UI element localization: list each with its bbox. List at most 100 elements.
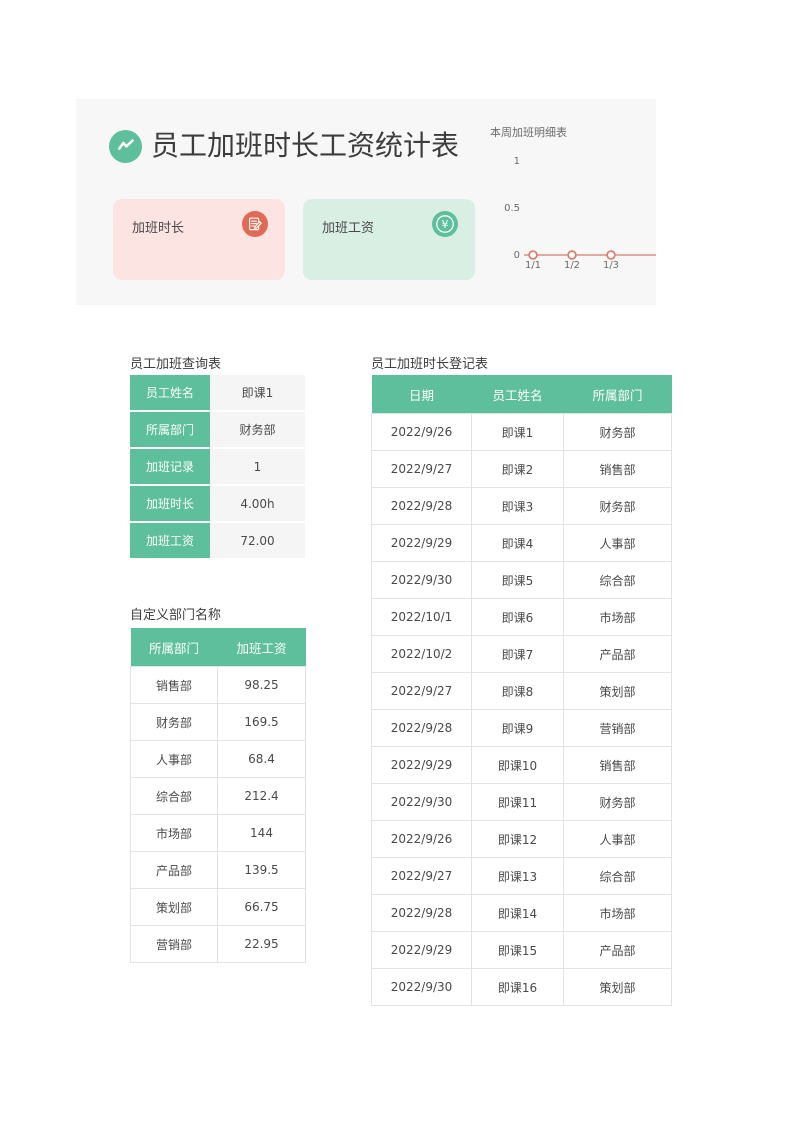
cell-department: 人事部 — [130, 740, 218, 778]
cell-department: 人事部 — [563, 524, 672, 562]
cell-date: 2022/9/28 — [371, 487, 472, 525]
query-row-value: 72.00 — [210, 522, 305, 558]
table-row: 2022/9/30 即课11 财务部 — [371, 783, 672, 821]
dashboard-header-panel: 员工加班时长工资统计表 加班时长 加班工资 ¥ 本周加班明细表 1 0.5 0 … — [76, 99, 656, 305]
table-row: 2022/9/28 即课14 市场部 — [371, 894, 672, 932]
department-salary-table: 所属部门 加班工资 销售部 98.25 财务部 169.5 人事部 68.4 综合部 212.… — [130, 628, 306, 963]
cell-date: 2022/9/28 — [371, 709, 472, 747]
query-row: 加班时长 4.00h — [130, 485, 305, 523]
cell-department: 销售部 — [130, 666, 218, 704]
cell-overtime-salary: 68.4 — [217, 740, 306, 778]
table-row: 策划部 66.75 — [130, 888, 306, 926]
query-row-label: 所属部门 — [130, 411, 210, 449]
chart-title: 本周加班明细表 — [490, 127, 567, 139]
table-row: 2022/9/27 即课2 销售部 — [371, 450, 672, 488]
cell-department: 人事部 — [563, 820, 672, 858]
cell-department: 产品部 — [563, 635, 672, 673]
employee-overtime-query-table: 员工姓名 即课1 所属部门 财务部 加班记录 1 加班时长 4.00h 加班工资 72.00 — [130, 375, 305, 558]
overtime-registration-table: 日期 员工姓名 所属部门 2022/9/26 即课1 财务部 2022/9/27 即课2… — [371, 375, 672, 1006]
chart-line-icon — [109, 129, 142, 163]
cell-date: 2022/9/29 — [371, 524, 472, 562]
cell-department: 营销部 — [563, 709, 672, 747]
cell-employee-name: 即课15 — [471, 931, 564, 969]
cell-date: 2022/9/26 — [371, 413, 472, 451]
cell-employee-name: 即课5 — [471, 561, 564, 599]
y-axis-tick-1: 1 — [513, 156, 520, 167]
cell-date: 2022/9/27 — [371, 672, 472, 710]
cell-date: 2022/9/30 — [371, 968, 472, 1006]
query-row-value: 即课1 — [210, 375, 305, 412]
kpi-card-overtime-salary[interactable]: 加班工资 ¥ — [303, 199, 475, 280]
query-row-label: 加班记录 — [130, 448, 210, 486]
cell-employee-name: 即课2 — [471, 450, 564, 488]
yen-glyph: ¥ — [441, 217, 449, 231]
cell-employee-name: 即课12 — [471, 820, 564, 858]
cell-date: 2022/10/2 — [371, 635, 472, 673]
cell-date: 2022/9/30 — [371, 783, 472, 821]
cell-department: 策划部 — [563, 672, 672, 710]
document-edit-icon — [242, 211, 268, 237]
table-row: 营销部 22.95 — [130, 925, 306, 963]
cell-employee-name: 即课7 — [471, 635, 564, 673]
query-row-value: 财务部 — [210, 411, 305, 449]
table-row: 人事部 68.4 — [130, 740, 306, 778]
cell-date: 2022/9/30 — [371, 561, 472, 599]
cell-employee-name: 即课3 — [471, 487, 564, 525]
log-table-body: 2022/9/26 即课1 财务部 2022/9/27 即课2 销售部 2022/9/28 即… — [371, 413, 672, 1006]
table-row: 2022/9/30 即课5 综合部 — [371, 561, 672, 599]
cell-employee-name: 即课10 — [471, 746, 564, 784]
cell-department: 市场部 — [130, 814, 218, 852]
cell-overtime-salary: 98.25 — [217, 666, 306, 704]
table-row: 市场部 144 — [130, 814, 306, 852]
query-row: 所属部门 财务部 — [130, 411, 305, 449]
query-row: 加班记录 1 — [130, 448, 305, 486]
query-table-heading: 员工加班查询表 — [130, 356, 222, 371]
table-header-row: 日期 员工姓名 所属部门 — [371, 375, 672, 414]
table-row: 2022/9/29 即课4 人事部 — [371, 524, 672, 562]
column-header-employee-name[interactable]: 员工姓名 — [471, 375, 564, 414]
cell-department: 财务部 — [130, 703, 218, 741]
query-row-label: 加班时长 — [130, 485, 210, 523]
cell-department: 市场部 — [563, 894, 672, 932]
column-header-date[interactable]: 日期 — [371, 375, 472, 414]
x-axis-tick-2: 1/2 — [563, 260, 581, 271]
y-axis-tick-0: 0 — [513, 250, 520, 261]
cell-department: 综合部 — [563, 857, 672, 895]
cell-department: 产品部 — [130, 851, 218, 889]
brand: 员工加班时长工资统计表 — [109, 129, 459, 163]
table-row: 综合部 212.4 — [130, 777, 306, 815]
cell-date: 2022/9/27 — [371, 857, 472, 895]
cell-department: 综合部 — [563, 561, 672, 599]
x-axis-tick-1: 1/1 — [524, 260, 542, 271]
table-row: 2022/9/27 即课13 综合部 — [371, 857, 672, 895]
cell-department: 销售部 — [563, 450, 672, 488]
kpi-label-overtime-hours: 加班时长 — [132, 220, 185, 235]
right-content-card: 员工加班时长登记表 日期 员工姓名 所属部门 2022/9/26 即课1 财务部 20… — [357, 311, 672, 1006]
cell-overtime-salary: 139.5 — [217, 851, 306, 889]
page-title: 员工加班时长工资统计表 — [151, 130, 460, 161]
department-table-heading: 自定义部门名称 — [130, 607, 222, 622]
column-header-department[interactable]: 所属部门 — [563, 375, 672, 414]
cell-date: 2022/10/1 — [371, 598, 472, 636]
weekly-overtime-chart: 本周加班明细表 1 0.5 0 1/1 1/2 1/3 — [490, 126, 656, 292]
cell-date: 2022/9/29 — [371, 931, 472, 969]
kpi-card-overtime-hours[interactable]: 加班时长 — [113, 199, 285, 280]
cell-overtime-salary: 169.5 — [217, 703, 306, 741]
cell-employee-name: 即课8 — [471, 672, 564, 710]
cell-date: 2022/9/28 — [371, 894, 472, 932]
column-header-overtime-salary[interactable]: 加班工资 — [217, 628, 306, 667]
cell-employee-name: 即课16 — [471, 968, 564, 1006]
y-axis-tick-05: 0.5 — [504, 203, 520, 214]
cell-department: 营销部 — [130, 925, 218, 963]
cell-employee-name: 即课14 — [471, 894, 564, 932]
column-header-department[interactable]: 所属部门 — [130, 628, 218, 667]
table-row: 财务部 169.5 — [130, 703, 306, 741]
yen-currency-icon: ¥ — [432, 211, 458, 237]
table-row: 2022/10/1 即课6 市场部 — [371, 598, 672, 636]
chart-plot-area: 1 0.5 0 1/1 1/2 1/3 — [490, 156, 656, 286]
table-row: 2022/9/29 即课10 销售部 — [371, 746, 672, 784]
table-header-row: 所属部门 加班工资 — [130, 628, 306, 667]
cell-employee-name: 即课1 — [471, 413, 564, 451]
query-row-value: 4.00h — [210, 485, 305, 523]
query-row: 加班工资 72.00 — [130, 522, 305, 558]
